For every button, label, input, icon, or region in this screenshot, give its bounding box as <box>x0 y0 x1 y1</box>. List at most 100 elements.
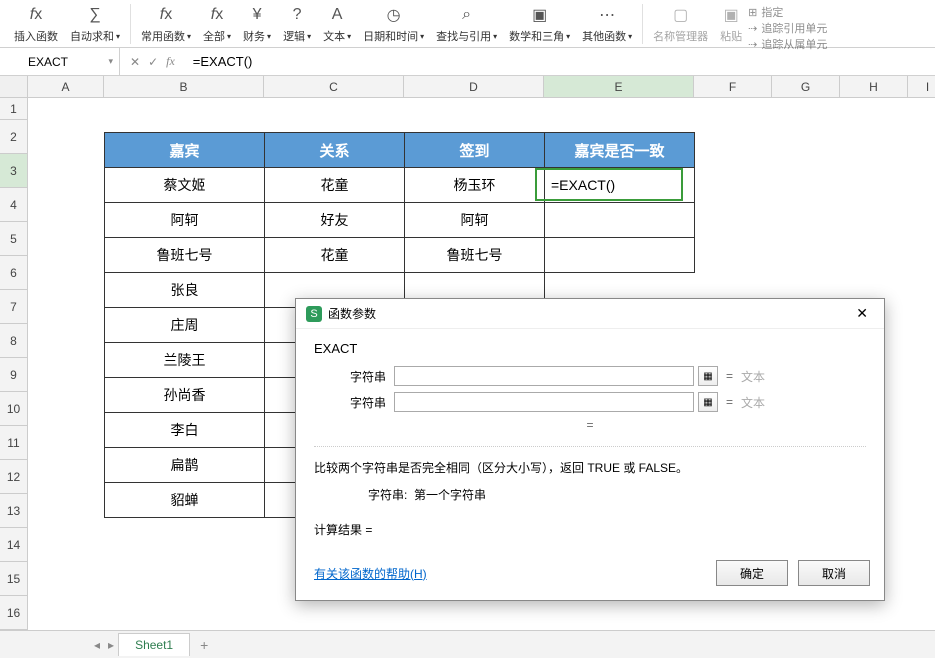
column-header[interactable]: F <box>694 76 772 98</box>
table-cell[interactable]: 貂蝉 <box>105 483 265 518</box>
table-header-cell[interactable]: 嘉宾 <box>105 133 265 168</box>
row-header[interactable]: 5 <box>0 222 28 256</box>
yen-icon: ¥ <box>246 4 268 26</box>
table-cell[interactable]: 阿轲 <box>405 203 545 238</box>
table-cell[interactable]: 好友 <box>265 203 405 238</box>
row-header[interactable]: 11 <box>0 426 28 460</box>
param1-input[interactable] <box>394 366 694 386</box>
tab-nav-next-icon[interactable]: ▸ <box>104 638 118 652</box>
column-header[interactable]: C <box>264 76 404 98</box>
row-header[interactable]: 7 <box>0 290 28 324</box>
row-header[interactable]: 10 <box>0 392 28 426</box>
app-logo-icon: S <box>306 306 322 322</box>
table-cell[interactable]: 扁鹊 <box>105 448 265 483</box>
table-cell[interactable]: 张良 <box>105 273 265 308</box>
ribbon-label: 插入函数 <box>14 28 58 44</box>
lookup-fn-button[interactable]: ⌕ 查找与引用▾ <box>430 2 503 46</box>
row-header[interactable]: 12 <box>0 460 28 494</box>
table-header-cell[interactable]: 关系 <box>265 133 405 168</box>
param2-label: 字符串 <box>314 394 394 411</box>
other-fn-button[interactable]: ⋯ 其他函数▾ <box>576 2 638 46</box>
row-header[interactable]: 14 <box>0 528 28 562</box>
column-header[interactable]: D <box>404 76 544 98</box>
ellipsis-icon: ⋯ <box>596 4 618 26</box>
common-fn-button[interactable]: fx 常用函数▾ <box>135 2 197 46</box>
table-cell[interactable]: 杨玉环 <box>405 168 545 203</box>
table-cell[interactable]: =EXACT() <box>545 168 695 203</box>
dialog-title: 函数参数 <box>328 305 850 322</box>
sheet-tabs-bar: ◂ ▸ Sheet1 + <box>0 630 935 658</box>
row-header[interactable]: 13 <box>0 494 28 528</box>
row-header[interactable]: 4 <box>0 188 28 222</box>
table-cell[interactable]: 庄周 <box>105 308 265 343</box>
datetime-fn-button[interactable]: ◷ 日期和时间▾ <box>357 2 430 46</box>
table-header-cell[interactable]: 嘉宾是否一致 <box>545 133 695 168</box>
row-header[interactable]: 15 <box>0 562 28 596</box>
column-header[interactable]: A <box>28 76 104 98</box>
name-box[interactable]: EXACT ▾ <box>0 48 120 75</box>
row-header[interactable]: 6 <box>0 256 28 290</box>
table-cell[interactable]: 鲁班七号 <box>405 238 545 273</box>
param1-label: 字符串 <box>314 368 394 385</box>
all-fn-button[interactable]: fx 全部▾ <box>197 2 237 46</box>
cancel-formula-icon[interactable]: ✕ <box>130 55 140 69</box>
param2-hint: 文本 <box>741 394 765 411</box>
param1-hint: 文本 <box>741 368 765 385</box>
row-header[interactable]: 9 <box>0 358 28 392</box>
ribbon-label: 自动求和▾ <box>70 28 120 44</box>
table-cell[interactable] <box>545 238 695 273</box>
table-header-cell[interactable]: 签到 <box>405 133 545 168</box>
clock-icon: ◷ <box>383 4 405 26</box>
tab-nav-prev-icon[interactable]: ◂ <box>90 638 104 652</box>
calculation-result: 计算结果 = <box>314 521 866 538</box>
range-picker-icon[interactable]: ▦ <box>698 392 718 412</box>
row-header[interactable]: 2 <box>0 120 28 154</box>
table-cell[interactable]: 花童 <box>265 238 405 273</box>
text-a-icon: A <box>326 4 348 26</box>
sigma-icon: ∑ <box>84 4 106 26</box>
ribbon-label: 日期和时间▾ <box>363 28 424 44</box>
row-header[interactable]: 8 <box>0 324 28 358</box>
ribbon-label: 数学和三角▾ <box>509 28 570 44</box>
add-sheet-button[interactable]: + <box>190 637 218 653</box>
column-header[interactable]: H <box>840 76 908 98</box>
logic-fn-button[interactable]: ? 逻辑▾ <box>277 2 317 46</box>
autosum-button[interactable]: ∑ 自动求和▾ <box>64 2 126 46</box>
fx-all-icon: fx <box>206 4 228 26</box>
fx-icon[interactable]: fx <box>166 54 175 69</box>
finance-fn-button[interactable]: ¥ 财务▾ <box>237 2 277 46</box>
ribbon-label: 常用函数▾ <box>141 28 191 44</box>
table-cell[interactable]: 蔡文姬 <box>105 168 265 203</box>
search-icon: ⌕ <box>456 4 478 26</box>
ok-button[interactable]: 确定 <box>716 560 788 586</box>
column-header[interactable]: B <box>104 76 264 98</box>
ribbon-label: 查找与引用▾ <box>436 28 497 44</box>
dialog-close-button[interactable]: ✕ <box>850 305 874 322</box>
row-header[interactable]: 1 <box>0 98 28 120</box>
row-header[interactable]: 16 <box>0 596 28 630</box>
table-cell[interactable]: 鲁班七号 <box>105 238 265 273</box>
table-cell[interactable]: 兰陵王 <box>105 343 265 378</box>
range-picker-icon[interactable]: ▦ <box>698 366 718 386</box>
accept-formula-icon[interactable]: ✓ <box>148 55 158 69</box>
ribbon-label: 其他函数▾ <box>582 28 632 44</box>
table-cell[interactable]: 花童 <box>265 168 405 203</box>
column-header[interactable]: G <box>772 76 840 98</box>
math-fn-button[interactable]: ▣ 数学和三角▾ <box>503 2 576 46</box>
table-cell[interactable] <box>545 203 695 238</box>
sheet-tab[interactable]: Sheet1 <box>118 633 190 656</box>
insert-function-button[interactable]: fx 插入函数 <box>8 2 64 46</box>
formula-input[interactable] <box>185 54 935 69</box>
column-header[interactable]: E <box>544 76 694 98</box>
select-all-corner[interactable] <box>0 76 28 98</box>
row-header[interactable]: 3 <box>0 154 28 188</box>
column-header[interactable]: I <box>908 76 935 98</box>
table-cell[interactable]: 孙尚香 <box>105 378 265 413</box>
table-cell[interactable]: 阿轲 <box>105 203 265 238</box>
ribbon-label: 财务▾ <box>243 28 271 44</box>
text-fn-button[interactable]: A 文本▾ <box>317 2 357 46</box>
function-help-link[interactable]: 有关该函数的帮助(H) <box>314 565 427 582</box>
cancel-button[interactable]: 取消 <box>798 560 870 586</box>
table-cell[interactable]: 李白 <box>105 413 265 448</box>
param2-input[interactable] <box>394 392 694 412</box>
